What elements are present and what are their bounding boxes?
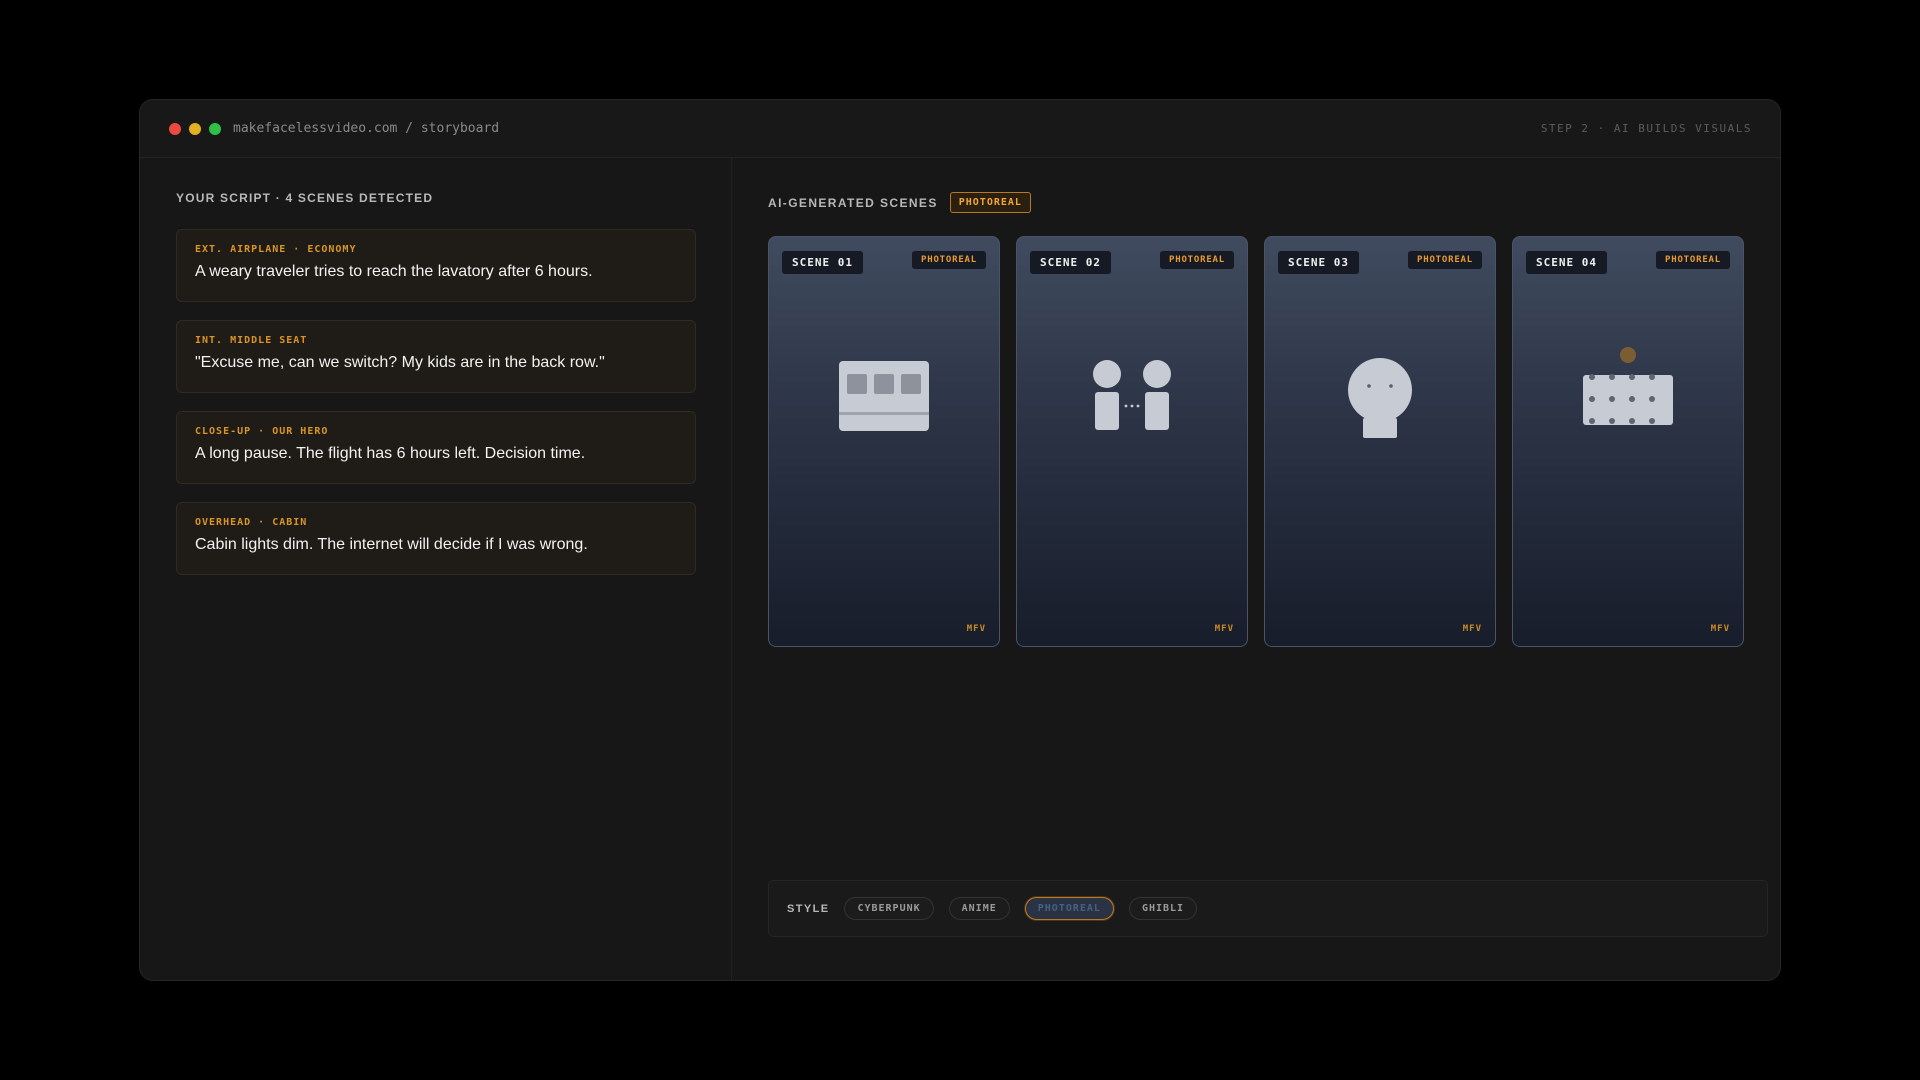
- style-selector-bar: STYLE CYBERPUNK ANIME PHOTOREAL GHIBLI: [768, 880, 1768, 937]
- maximize-window-button[interactable]: [209, 122, 221, 135]
- scenes-panel-title: AI-GENERATED SCENES: [768, 195, 938, 210]
- script-item[interactable]: CLOSE-UP · OUR HERO A long pause. The fl…: [176, 411, 696, 484]
- scene-card-02[interactable]: SCENE 02 PHOTOREAL MFV: [1016, 236, 1248, 647]
- script-panel-title: YOUR SCRIPT · 4 SCENES DETECTED: [176, 191, 434, 205]
- script-item[interactable]: EXT. AIRPLANE · ECONOMY A weary traveler…: [176, 229, 696, 302]
- script-list: EXT. AIRPLANE · ECONOMY A weary traveler…: [176, 229, 696, 593]
- scenes-header: AI-GENERATED SCENES PHOTOREAL: [768, 192, 1031, 213]
- scene-cards: SCENE 01 PHOTOREAL MFV SCENE 02 PHOTOREA…: [768, 236, 1744, 647]
- address-url: makefacelessvideo.com / storyboard: [233, 121, 500, 136]
- script-item[interactable]: OVERHEAD · CABIN Cabin lights dim. The i…: [176, 502, 696, 575]
- style-label: STYLE: [787, 902, 830, 915]
- close-window-button[interactable]: [169, 122, 181, 135]
- script-item-tag: OVERHEAD · CABIN: [195, 517, 308, 528]
- scene-label: SCENE 03: [1278, 251, 1359, 274]
- title-bar: makefacelessvideo.com / storyboard STEP …: [140, 100, 1780, 158]
- watermark-mark: MFV: [1710, 624, 1730, 634]
- scene-label: SCENE 04: [1526, 251, 1607, 274]
- script-item-text: Cabin lights dim. The internet will deci…: [195, 536, 588, 553]
- current-style-badge: PHOTOREAL: [949, 192, 1031, 213]
- script-item-tag: EXT. AIRPLANE · ECONOMY: [195, 244, 357, 255]
- face-closeup-icon: [1348, 358, 1412, 438]
- scene-card-04[interactable]: SCENE 04 PHOTOREAL MFV: [1512, 236, 1744, 647]
- airplane-seats-icon: [839, 361, 929, 431]
- script-panel: YOUR SCRIPT · 4 SCENES DETECTED EXT. AIR…: [140, 158, 732, 980]
- scene-card-01[interactable]: SCENE 01 PHOTOREAL MFV: [768, 236, 1000, 647]
- scene-style-badge: PHOTOREAL: [1160, 251, 1234, 269]
- style-option-photoreal[interactable]: PHOTOREAL: [1024, 897, 1114, 920]
- scene-label: SCENE 02: [1030, 251, 1111, 274]
- script-item[interactable]: INT. MIDDLE SEAT "Excuse me, can we swit…: [176, 320, 696, 393]
- step-indicator: STEP 2 · AI BUILDS VISUALS: [1540, 122, 1752, 135]
- browser-window: makefacelessvideo.com / storyboard STEP …: [139, 99, 1781, 981]
- scene-style-badge: PHOTOREAL: [912, 251, 986, 269]
- scene-style-badge: PHOTOREAL: [1408, 251, 1482, 269]
- scenes-panel: AI-GENERATED SCENES PHOTOREAL SCENE 01 P…: [733, 158, 1780, 980]
- style-option-ghibli[interactable]: GHIBLI: [1128, 897, 1198, 920]
- style-option-anime[interactable]: ANIME: [948, 897, 1010, 920]
- script-item-text: A long pause. The flight has 6 hours lef…: [195, 445, 586, 462]
- watermark-mark: MFV: [1462, 624, 1482, 634]
- script-item-text: A weary traveler tries to reach the lava…: [195, 263, 593, 280]
- script-item-tag: CLOSE-UP · OUR HERO: [195, 426, 329, 437]
- style-option-cyberpunk[interactable]: CYBERPUNK: [844, 897, 934, 920]
- watermark-mark: MFV: [1214, 624, 1234, 634]
- scene-card-03[interactable]: SCENE 03 PHOTOREAL MFV: [1264, 236, 1496, 647]
- scene-label: SCENE 01: [782, 251, 863, 274]
- two-people-talking-icon: [1093, 360, 1171, 430]
- scene-style-badge: PHOTOREAL: [1656, 251, 1730, 269]
- minimize-window-button[interactable]: [189, 122, 201, 135]
- watermark-mark: MFV: [966, 624, 986, 634]
- script-item-tag: INT. MIDDLE SEAT: [195, 335, 308, 346]
- cabin-overhead-icon: [1583, 347, 1673, 425]
- script-item-text: "Excuse me, can we switch? My kids are i…: [195, 354, 605, 371]
